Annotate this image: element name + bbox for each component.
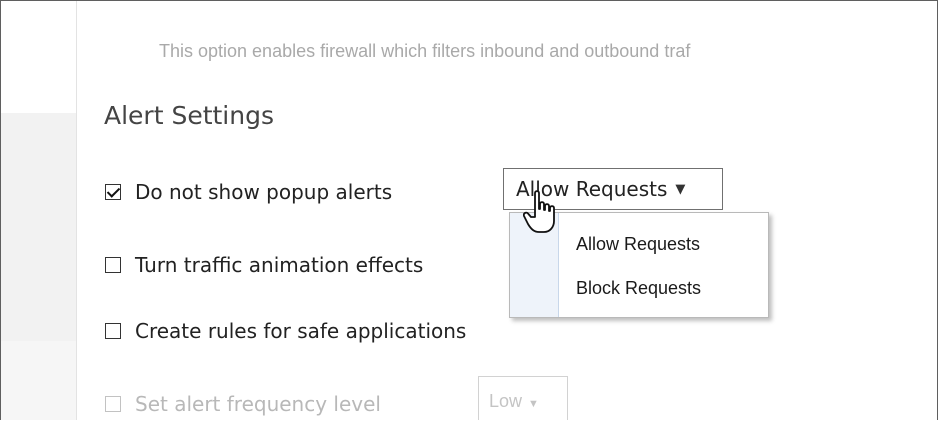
checkbox-popup-alerts[interactable] [105,184,121,200]
firewall-description: This option enables firewall which filte… [159,41,691,61]
option-label: Create rules for safe applications [135,319,467,343]
checkbox-alert-frequency [105,396,121,412]
option-do-not-show-popup-alerts[interactable]: Do not show popup alerts [105,180,392,204]
sidebar [1,1,77,420]
option-label: Do not show popup alerts [135,180,393,204]
option-create-rules-safe-apps[interactable]: Create rules for safe applications [105,319,466,343]
settings-window: This option enables firewall which filte… [0,0,938,420]
chevron-down-icon: ▼ [675,181,686,197]
alert-frequency-select: Low ▼ [478,376,568,420]
hand-pointer-icon [523,190,555,233]
chevron-down-icon: ▼ [528,398,539,410]
checkbox-create-rules[interactable] [105,323,121,339]
menu-item-block-requests[interactable]: Block Requests [576,278,701,299]
checkbox-traffic-animation[interactable] [105,257,121,273]
sidebar-top [1,1,76,113]
alert-frequency-value: Low [489,391,523,411]
option-turn-traffic-animation[interactable]: Turn traffic animation effects [105,253,423,277]
option-set-alert-frequency: Set alert frequency level [105,392,381,416]
option-label: Set alert frequency level [135,392,381,416]
menu-item-allow-requests[interactable]: Allow Requests [576,234,700,255]
alert-settings-title: Alert Settings [104,101,274,130]
option-label: Turn traffic animation effects [135,253,424,277]
sidebar-section [1,113,76,341]
